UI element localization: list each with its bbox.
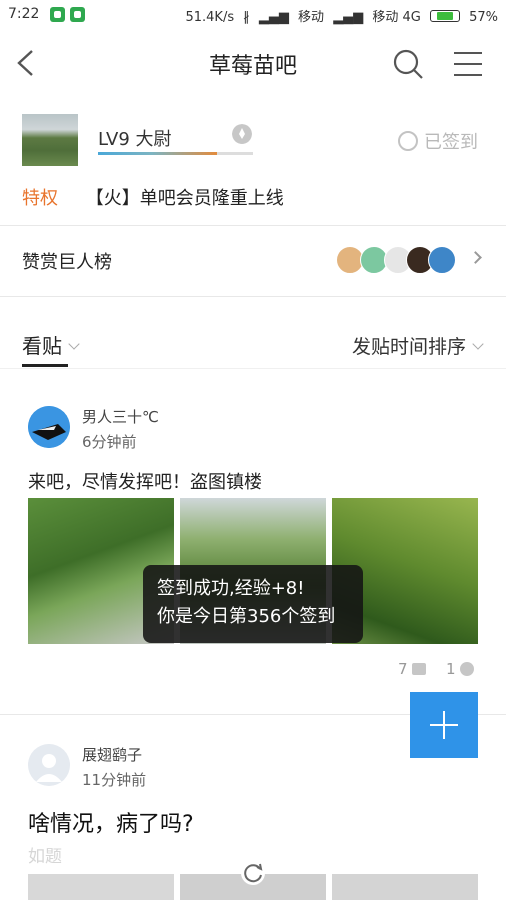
- net-speed: 51.4K/s: [185, 10, 235, 25]
- avatar: [428, 246, 456, 274]
- post-image[interactable]: [332, 874, 478, 900]
- default-avatar-icon: [28, 744, 70, 786]
- toast-line-1: 签到成功,经验+8!: [157, 578, 305, 599]
- forum-thumbnail[interactable]: [22, 114, 78, 166]
- reward-ranking-label: 赞赏巨人榜: [22, 252, 112, 273]
- post-likes[interactable]: 1: [446, 660, 474, 678]
- chevron-down-icon: [472, 338, 484, 350]
- battery-percent: 57%: [469, 10, 498, 25]
- tab-active-indicator: [22, 364, 68, 367]
- post-title[interactable]: 啥情况，病了吗?: [28, 806, 194, 838]
- menu-icon[interactable]: [452, 50, 484, 78]
- rocket-icon[interactable]: [232, 124, 252, 144]
- signed-button[interactable]: 已签到: [398, 128, 478, 154]
- privilege-banner[interactable]: 特权 【火】单吧会员隆重上线: [22, 184, 284, 210]
- sort-label: 发贴时间排序: [351, 336, 466, 358]
- status-bar: 7:22 51.4K/s ∦ ▂▄▆ 移动 ▂▄▆ 移动 4G 57%: [0, 0, 506, 30]
- chevron-right-icon: [469, 251, 482, 264]
- divider: [0, 296, 506, 297]
- privilege-tag: 特权: [22, 188, 58, 209]
- post-tag: 如题: [28, 847, 62, 867]
- tab-view-label: 看贴: [22, 334, 62, 358]
- post-comments[interactable]: 7: [398, 660, 426, 678]
- status-indicators: 51.4K/s ∦ ▂▄▆ 移动 ▂▄▆ 移动 4G 57%: [180, 6, 498, 25]
- post-time: 11分钟前: [82, 771, 147, 789]
- checkin-toast: 签到成功,经验+8! 你是今日第356个签到: [143, 565, 363, 643]
- chevron-down-icon: [68, 338, 80, 350]
- comment-icon: [411, 663, 426, 675]
- user-level: LV9 大尉: [98, 129, 172, 150]
- post-time: 6分钟前: [82, 433, 137, 451]
- post-author[interactable]: 男人三十℃: [82, 406, 159, 427]
- signal-icon: ▂▄▆: [258, 10, 289, 25]
- like-count: 1: [446, 660, 456, 678]
- status-time: 7:22: [8, 6, 40, 22]
- signal-icon-2: ▂▄▆: [333, 10, 364, 25]
- reward-ranking-row[interactable]: 赞赏巨人榜: [0, 226, 506, 296]
- signed-label: 已签到: [424, 132, 478, 153]
- bluetooth-icon: ∦: [243, 10, 250, 25]
- carrier-2: 移动 4G: [372, 10, 421, 25]
- sort-dropdown[interactable]: 发贴时间排序: [351, 332, 484, 359]
- comment-count: 7: [398, 660, 408, 678]
- title-bar: 草莓苗吧: [0, 30, 506, 96]
- avatar-image: [28, 406, 70, 448]
- post-title[interactable]: 来吧，尽情发挥吧！盗图镇楼: [28, 468, 262, 494]
- notification-lock-icon: [70, 7, 85, 22]
- checkin-icon: [398, 131, 418, 151]
- post-image[interactable]: [28, 874, 174, 900]
- level-progress-bar: [98, 152, 253, 155]
- page-title: 草莓苗吧: [208, 54, 297, 79]
- notification-app-icon: [50, 7, 65, 22]
- toast-line-2: 你是今日第356个签到: [157, 606, 336, 627]
- carrier-1: 移动: [298, 10, 325, 25]
- new-post-button[interactable]: [410, 692, 478, 758]
- post-author[interactable]: 展翅鹞子: [82, 744, 142, 765]
- avatar[interactable]: [28, 744, 70, 786]
- like-icon: [459, 662, 474, 676]
- privilege-text: 【火】单吧会员隆重上线: [85, 188, 284, 209]
- divider: [0, 368, 506, 369]
- tab-view-posts[interactable]: 看贴: [22, 330, 80, 359]
- search-icon[interactable]: [392, 48, 424, 80]
- refresh-icon: [241, 861, 265, 885]
- battery-icon: [429, 10, 460, 22]
- avatar[interactable]: [28, 406, 70, 448]
